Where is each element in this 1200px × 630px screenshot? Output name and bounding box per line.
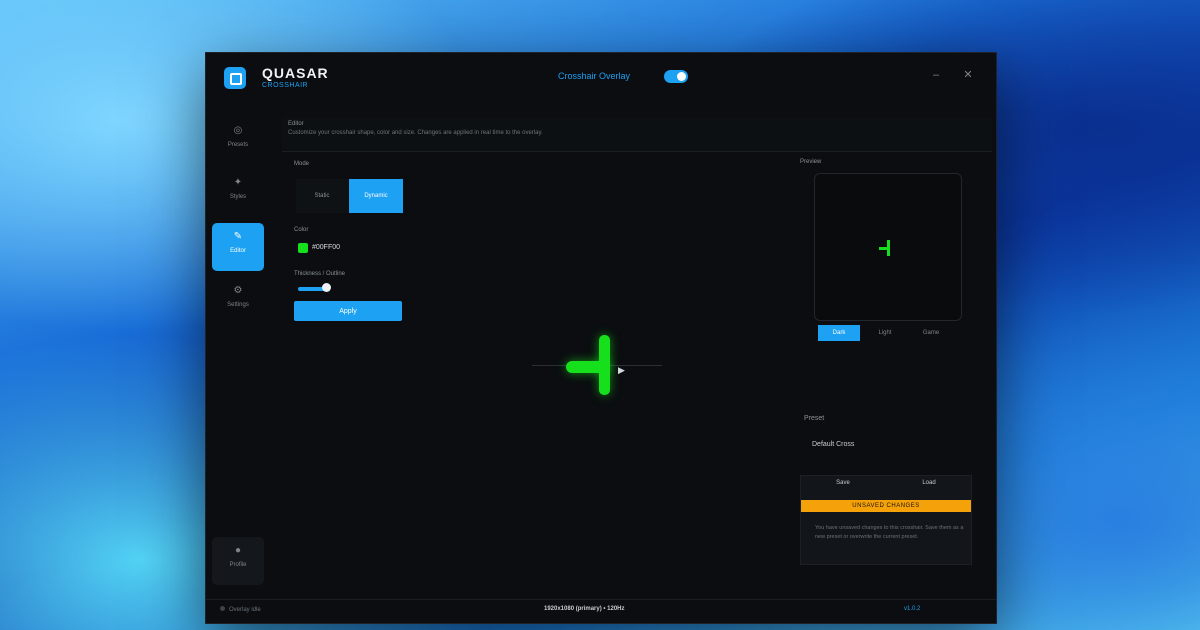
- thickness-label: Thickness / Outline: [294, 271, 346, 277]
- thickness-slider-handle[interactable]: [322, 283, 331, 292]
- pencil-icon: ✎: [233, 231, 243, 242]
- status-left: Overlay idle: [220, 606, 261, 613]
- unsaved-warning-text: You have unsaved changes to this crossha…: [815, 525, 964, 540]
- sidebar-item-styles[interactable]: ✦ Styles: [212, 169, 264, 217]
- app-brand-subtitle: CROSSHAIR: [262, 82, 309, 89]
- mode-static-button[interactable]: Static: [296, 179, 348, 213]
- sidebar-item-profile[interactable]: ● Profile: [212, 537, 264, 585]
- sidebar-item-editor[interactable]: ✎ Editor: [212, 223, 264, 271]
- color-label: Color: [294, 227, 309, 233]
- mode-dynamic-button[interactable]: Dynamic: [349, 179, 403, 213]
- sidebar-item-label: Presets: [227, 142, 249, 148]
- color-value: #00FF00: [312, 244, 341, 251]
- target-icon: ◎: [233, 125, 243, 136]
- preview-box: [814, 173, 962, 321]
- preview-tab-dark[interactable]: Dark: [818, 325, 860, 341]
- mode-label: Mode: [294, 161, 310, 167]
- crosshair-vertical-arm[interactable]: [599, 335, 610, 395]
- sidebar-item-presets[interactable]: ◎ Presets: [212, 117, 264, 165]
- preview-panel: Preview Dark Light Game Preset Default C…: [796, 153, 986, 573]
- sidebar-item-settings[interactable]: ⚙ Settings: [212, 277, 264, 325]
- sidebar-item-label: Styles: [229, 194, 247, 200]
- preset-card: Save Load UNSAVED CHANGES You have unsav…: [800, 475, 972, 565]
- page-title: Editor: [288, 121, 304, 127]
- app-window: QUASAR CROSSHAIR Crosshair Overlay – ✕ ◎…: [205, 52, 997, 624]
- status-version[interactable]: v1.0.2: [904, 606, 920, 612]
- page-description: Customize your crosshair shape, color an…: [288, 130, 543, 136]
- apply-button[interactable]: Apply: [294, 301, 402, 321]
- gear-icon: ⚙: [233, 285, 243, 296]
- sidebar-item-label: Settings: [227, 302, 249, 308]
- sidebar-item-label: Profile: [229, 562, 247, 568]
- page-header: Editor Customize your crosshair shape, c…: [282, 117, 992, 152]
- close-icon[interactable]: ✕: [960, 67, 976, 83]
- status-resolution: 1920x1080 (primary) • 120Hz: [544, 606, 625, 612]
- preset-load-tab[interactable]: Load: [887, 480, 971, 486]
- avatar-icon: ●: [234, 545, 242, 556]
- sidebar: ◎ Presets ✦ Styles ✎ Editor ⚙ Settings ●…: [206, 109, 274, 585]
- title-bar: QUASAR CROSSHAIR Crosshair Overlay – ✕: [206, 53, 996, 101]
- overlay-toggle-label: Crosshair Overlay: [558, 71, 631, 81]
- preset-name[interactable]: Default Cross: [812, 441, 854, 448]
- preview-crosshair-vertical: [887, 240, 890, 256]
- color-swatch[interactable]: [298, 243, 308, 253]
- status-dot-icon: [220, 606, 225, 611]
- app-logo-icon: [224, 67, 246, 89]
- cursor-icon: ▶: [618, 365, 625, 375]
- star-icon: ✦: [233, 177, 243, 188]
- status-left-text: Overlay idle: [229, 607, 261, 613]
- crosshair-canvas[interactable]: ▶: [436, 163, 776, 593]
- unsaved-warning-badge: UNSAVED CHANGES: [801, 500, 971, 512]
- preview-tab-light[interactable]: Light: [864, 325, 906, 341]
- preset-save-tab[interactable]: Save: [801, 480, 885, 486]
- preset-label: Preset: [804, 415, 825, 422]
- overlay-toggle[interactable]: [664, 70, 688, 83]
- preview-tab-game[interactable]: Game: [910, 325, 952, 341]
- preview-label: Preview: [800, 159, 822, 165]
- sidebar-item-label: Editor: [230, 248, 246, 254]
- app-brand: QUASAR: [262, 65, 329, 81]
- editor-controls: Mode Static Dynamic Color #00FF00 Thickn…: [286, 153, 406, 333]
- minimize-icon[interactable]: –: [928, 67, 944, 83]
- status-bar: Overlay idle 1920x1080 (primary) • 120Hz…: [206, 599, 996, 624]
